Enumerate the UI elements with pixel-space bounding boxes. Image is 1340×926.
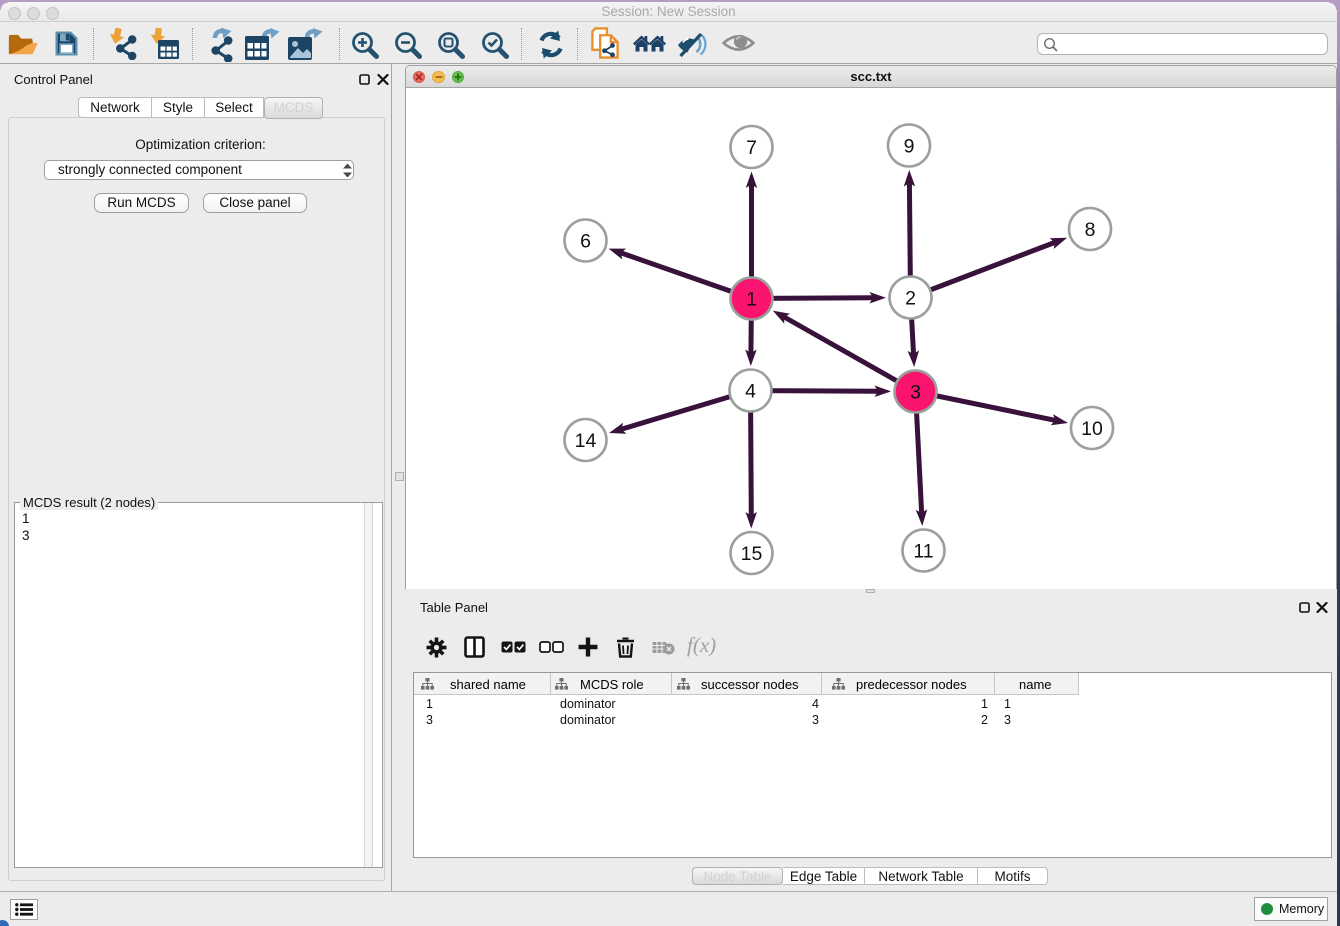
svg-text:2: 2 xyxy=(905,288,916,310)
svg-text:15: 15 xyxy=(741,543,763,565)
svg-text:6: 6 xyxy=(580,231,591,253)
svg-text:3: 3 xyxy=(910,382,921,404)
svg-text:8: 8 xyxy=(1085,219,1096,241)
svg-text:1: 1 xyxy=(746,289,757,311)
svg-text:10: 10 xyxy=(1081,418,1103,440)
svg-text:14: 14 xyxy=(575,430,597,452)
svg-text:7: 7 xyxy=(746,137,757,159)
svg-text:11: 11 xyxy=(913,541,933,563)
svg-text:9: 9 xyxy=(904,136,915,158)
svg-text:4: 4 xyxy=(745,381,756,403)
